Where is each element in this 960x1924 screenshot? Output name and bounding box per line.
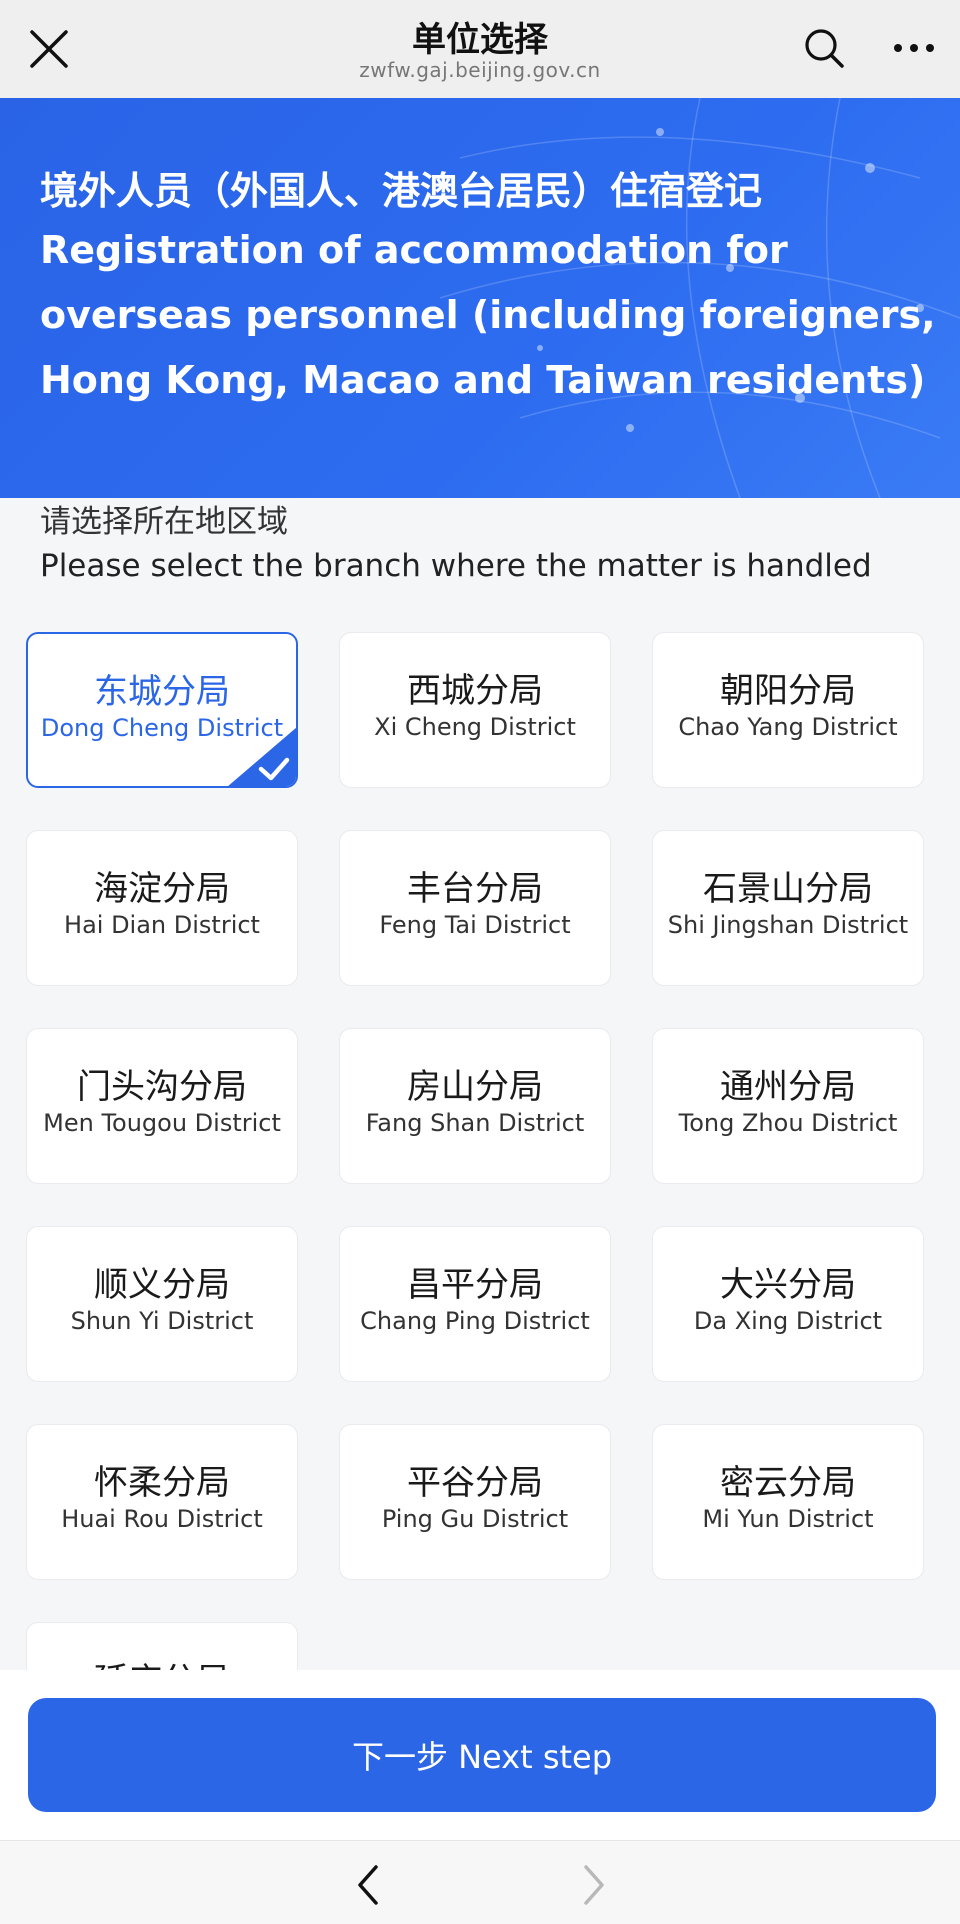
district-name-zh: 石景山分局 (703, 869, 873, 909)
district-card-fang-shan[interactable]: 房山分局 Fang Shan District (339, 1028, 611, 1184)
district-name-en: Chang Ping District (360, 1307, 590, 1335)
browser-nav-bar (0, 1840, 960, 1924)
search-icon[interactable] (802, 26, 846, 70)
prompt-zh: 请选择所在地区域 (40, 504, 288, 540)
chevron-right-icon[interactable] (576, 1861, 612, 1909)
district-card-shun-yi[interactable]: 顺义分局 Shun Yi District (26, 1226, 298, 1382)
district-name-zh: 房山分局 (407, 1067, 543, 1107)
district-name-en: Fang Shan District (365, 1109, 585, 1137)
district-card-ping-gu[interactable]: 平谷分局 Ping Gu District (339, 1424, 611, 1580)
district-name-en: Tong Zhou District (678, 1109, 898, 1137)
district-name-en: Xi Cheng District (374, 713, 576, 741)
district-name-en: Hai Dian District (64, 911, 260, 939)
district-card-hai-dian[interactable]: 海淀分局 Hai Dian District (26, 830, 298, 986)
banner-title-zh: 境外人员（外国人、港澳台居民）住宿登记 (40, 169, 763, 213)
top-bar: 单位选择 zwfw.gaj.beijing.gov.cn (0, 0, 960, 98)
district-card-da-xing[interactable]: 大兴分局 Da Xing District (652, 1226, 924, 1382)
district-name-zh: 平谷分局 (407, 1463, 543, 1503)
district-card-yan-qing[interactable]: 延庆分局 (26, 1622, 298, 1672)
district-card-feng-tai[interactable]: 丰台分局 Feng Tai District (339, 830, 611, 986)
district-name-zh: 丰台分局 (407, 869, 543, 909)
district-card-huai-rou[interactable]: 怀柔分局 Huai Rou District (26, 1424, 298, 1580)
district-card-shi-jingshan[interactable]: 石景山分局 Shi Jingshan District (652, 830, 924, 986)
district-name-en: Huai Rou District (61, 1505, 263, 1533)
district-name-en: Men Tougou District (43, 1109, 281, 1137)
district-name-zh: 昌平分局 (407, 1265, 543, 1305)
more-icon[interactable] (890, 30, 938, 66)
district-card-men-tougou[interactable]: 门头沟分局 Men Tougou District (26, 1028, 298, 1184)
district-name-zh: 密云分局 (720, 1463, 856, 1503)
district-name-zh: 朝阳分局 (720, 671, 856, 711)
check-icon (228, 727, 296, 786)
next-step-button[interactable]: 下一步 Next step (28, 1698, 936, 1812)
district-name-en: Ping Gu District (381, 1505, 569, 1533)
chevron-left-icon[interactable] (350, 1861, 386, 1909)
district-card-chao-yang[interactable]: 朝阳分局 Chao Yang District (652, 632, 924, 788)
district-name-zh: 大兴分局 (720, 1265, 856, 1305)
district-name-zh: 怀柔分局 (94, 1463, 230, 1503)
district-name-en: Mi Yun District (702, 1505, 874, 1533)
district-card-xi-cheng[interactable]: 西城分局 Xi Cheng District (339, 632, 611, 788)
district-name-zh: 海淀分局 (94, 869, 230, 909)
district-name-en: Shi Jingshan District (667, 911, 909, 939)
district-grid: 东城分局 Dong Cheng District 西城分局 Xi Cheng D… (26, 632, 926, 1672)
district-card-tong-zhou[interactable]: 通州分局 Tong Zhou District (652, 1028, 924, 1184)
district-card-mi-yun[interactable]: 密云分局 Mi Yun District (652, 1424, 924, 1580)
district-card-chang-ping[interactable]: 昌平分局 Chang Ping District (339, 1226, 611, 1382)
district-name-zh: 通州分局 (720, 1067, 856, 1107)
district-name-en: Feng Tai District (379, 911, 571, 939)
district-name-zh: 顺义分局 (94, 1265, 230, 1305)
district-name-en: Da Xing District (693, 1307, 883, 1335)
banner-title-en: Registration of accommodation for overse… (40, 228, 936, 402)
district-name-en: Chao Yang District (678, 713, 898, 741)
district-card-dong-cheng[interactable]: 东城分局 Dong Cheng District (26, 632, 298, 788)
header-banner: 境外人员（外国人、港澳台居民）住宿登记 Registration of acco… (0, 98, 960, 498)
prompt-en: Please select the branch where the matte… (40, 548, 872, 584)
district-name-zh: 西城分局 (407, 671, 543, 711)
district-name-zh: 门头沟分局 (77, 1067, 247, 1107)
district-name-en: Shun Yi District (70, 1307, 254, 1335)
district-name-zh: 东城分局 (94, 672, 230, 712)
bottom-action-bar: 下一步 Next step (0, 1670, 960, 1840)
